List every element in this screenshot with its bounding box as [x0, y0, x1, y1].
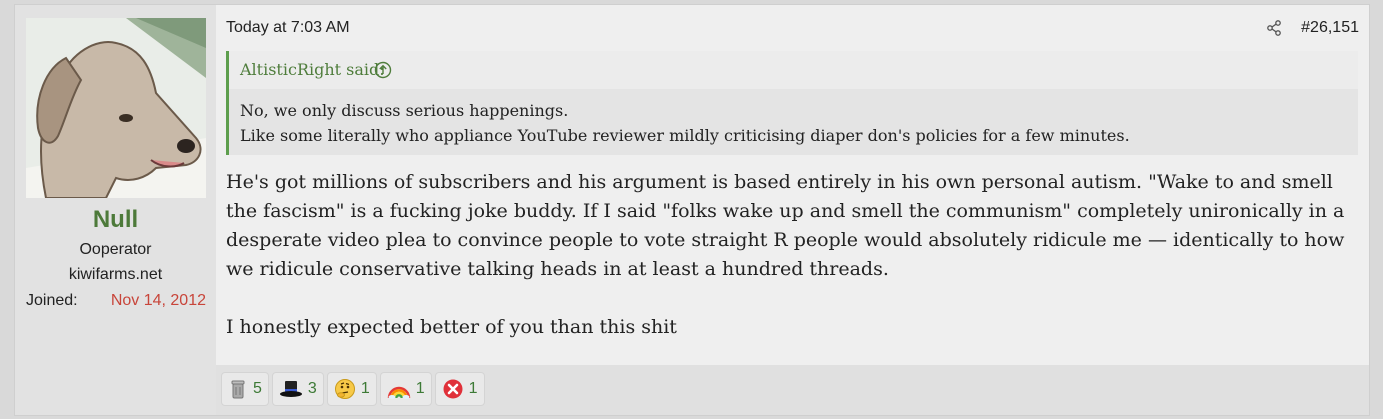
- trash-can-icon: [231, 380, 245, 399]
- thinking-face-icon: [334, 379, 355, 399]
- red-x-icon: [443, 379, 463, 399]
- reaction-tophat[interactable]: 3: [271, 372, 324, 406]
- reaction-x[interactable]: 1: [434, 372, 485, 406]
- reactions-bar: 5 3 1 1 1: [221, 372, 485, 406]
- top-hat-icon: [279, 381, 302, 397]
- reaction-count: 1: [360, 380, 370, 397]
- rainbow-icon: [387, 386, 410, 399]
- reaction-thinking[interactable]: 1: [326, 372, 377, 406]
- arrow-up-circle-icon[interactable]: [374, 61, 392, 79]
- quote-attribution[interactable]: AltisticRight said:: [240, 60, 385, 79]
- reaction-count: 5: [253, 380, 262, 397]
- quote-header: AltisticRight said:: [229, 51, 1358, 89]
- avatar[interactable]: [26, 18, 206, 198]
- quote-line: Like some literally who appliance YouTub…: [240, 126, 1130, 145]
- post-body: He's got millions of subscribers and his…: [226, 168, 1361, 342]
- username[interactable]: Null: [15, 206, 216, 234]
- post-number[interactable]: #26,151: [1301, 19, 1359, 37]
- post-main: Today at 7:03 AM #26,151 AltisticRight s…: [216, 5, 1369, 365]
- post-footer: 5 3 1 1 1: [216, 365, 1369, 415]
- quote-line: No, we only discuss serious happenings.: [240, 101, 569, 120]
- post-container: Null Ooperator kiwifarms.net Joined: Nov…: [14, 4, 1370, 416]
- user-domain: kiwifarms.net: [68, 266, 163, 283]
- reaction-count: 3: [307, 380, 317, 397]
- reaction-rainbow[interactable]: 1: [379, 372, 432, 406]
- share-icon[interactable]: [1266, 20, 1282, 36]
- post-paragraph: I honestly expected better of you than t…: [226, 316, 677, 338]
- reaction-count: 1: [415, 380, 425, 397]
- reaction-trash[interactable]: 5: [221, 372, 269, 406]
- reaction-count: 1: [468, 380, 478, 397]
- quote-block: AltisticRight said: No, we only discuss …: [226, 51, 1358, 155]
- post-date[interactable]: Today at 7:03 AM: [226, 19, 350, 37]
- joined-date: Nov 14, 2012: [110, 292, 206, 309]
- post-paragraph: He's got millions of subscribers and his…: [226, 171, 1345, 280]
- user-title: Ooperator: [79, 241, 152, 258]
- joined-label: Joined:: [26, 292, 78, 309]
- user-info-panel: Null Ooperator kiwifarms.net Joined: Nov…: [15, 5, 216, 415]
